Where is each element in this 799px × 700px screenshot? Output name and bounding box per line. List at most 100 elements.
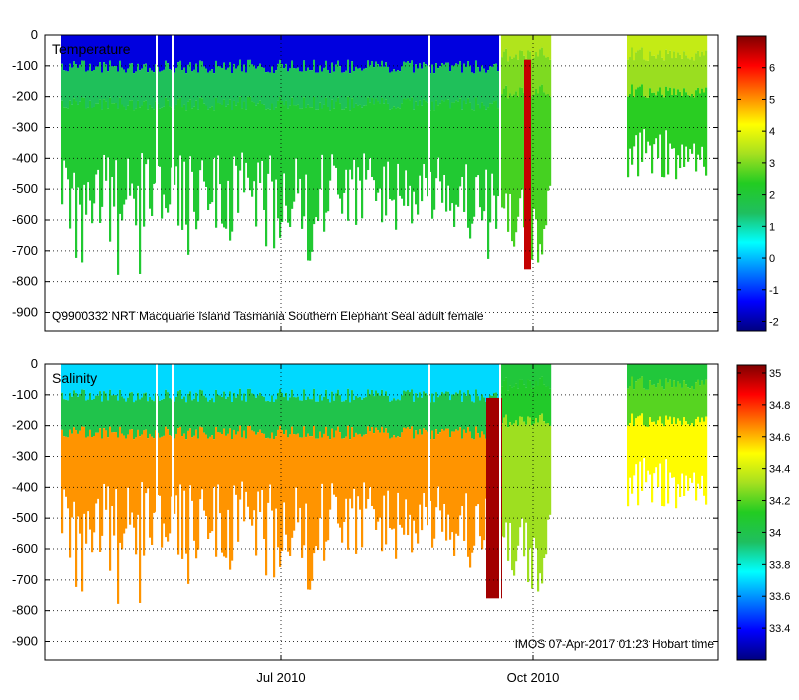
profile-deep [107, 108, 110, 158]
profile-upper [299, 71, 302, 109]
profile-deep [399, 108, 402, 196]
profile-deep [285, 100, 288, 206]
profile-deep [525, 424, 528, 523]
profile-surface [133, 364, 136, 403]
profile-surface [441, 35, 444, 64]
profile-surface [165, 364, 168, 390]
profile-upper [117, 400, 120, 438]
profile-surface [501, 35, 504, 58]
profile-deep [203, 432, 206, 511]
profile-surface [643, 364, 646, 389]
profile-surface [223, 364, 226, 392]
profile-upper [669, 379, 672, 417]
profile-deep [303, 97, 306, 217]
profile-surface [323, 364, 326, 397]
profile-upper [201, 390, 204, 428]
profile-upper [381, 389, 384, 427]
profile-upper [209, 70, 212, 108]
profile-upper [421, 397, 424, 435]
profile-upper [635, 52, 638, 90]
profile-surface [683, 364, 686, 381]
profile-upper [83, 60, 86, 98]
profile-deep [373, 104, 376, 181]
profile-upper [439, 395, 442, 433]
profile-deep [103, 428, 106, 484]
profile-surface [421, 364, 424, 398]
profile-upper [659, 50, 662, 88]
profile-surface [255, 35, 258, 69]
profile-upper [691, 385, 694, 423]
profile-deep [77, 433, 80, 517]
profile-surface [297, 364, 300, 397]
profile-surface [457, 364, 460, 394]
profile-upper [639, 378, 642, 416]
profile-upper [101, 72, 104, 110]
profile-deep [653, 421, 656, 474]
profile-deep [107, 437, 110, 487]
profile-upper [263, 67, 266, 105]
profile-surface [373, 364, 376, 397]
profile-upper [385, 391, 388, 429]
profile-surface [167, 364, 170, 393]
profile-deep [483, 434, 486, 541]
profile-upper [349, 73, 352, 111]
profile-surface [413, 35, 416, 73]
profile-surface [151, 364, 154, 400]
profile-deep [663, 426, 666, 507]
profile-surface [461, 35, 464, 73]
profile-deep [301, 108, 304, 229]
profile-surface [419, 35, 422, 64]
profile-deep [463, 100, 466, 212]
profile-deep [629, 94, 632, 149]
profile-upper [221, 397, 224, 435]
profile-deep [451, 102, 454, 204]
profile-surface [703, 364, 706, 385]
profile-upper [473, 402, 476, 440]
profile-deep [315, 109, 318, 218]
profile-upper [505, 48, 508, 86]
profile-surface [475, 35, 478, 61]
profile-deep [237, 431, 240, 542]
profile-upper [519, 50, 522, 88]
profile-upper [351, 61, 354, 99]
profile-upper [349, 402, 352, 440]
profile-deep [89, 429, 92, 530]
profile-upper [207, 72, 210, 110]
profile-surface [627, 364, 630, 389]
profile-upper [103, 391, 106, 429]
profile-surface [119, 364, 122, 390]
profile-upper [215, 60, 218, 98]
profile-surface [541, 35, 544, 48]
profile-upper [371, 61, 374, 99]
profile-surface [629, 364, 632, 387]
profile-deep [673, 417, 676, 478]
profile-upper [61, 392, 64, 430]
profile-surface [383, 364, 386, 396]
profile-deep [395, 108, 398, 230]
profile-upper [417, 68, 420, 106]
profile-upper [267, 71, 270, 109]
profile-surface [489, 35, 492, 67]
profile-deep [333, 437, 336, 495]
profile-deep [207, 109, 210, 211]
profile-surface [543, 35, 546, 56]
profile-deep [447, 428, 450, 515]
profile-deep [247, 425, 250, 507]
profile-deep [141, 105, 144, 154]
profile-upper [701, 51, 704, 89]
profile-upper [105, 393, 108, 431]
colorbar: 33.433.633.83434.234.434.634.835 [736, 364, 790, 661]
profile-upper [275, 399, 278, 437]
profile-upper [141, 68, 144, 106]
profile-upper [675, 386, 678, 424]
profile-surface [237, 35, 240, 66]
profile-surface [467, 35, 470, 62]
profile-deep [319, 431, 322, 519]
data-gap [172, 35, 174, 331]
profile-surface [237, 364, 240, 395]
panel-label: Temperature [52, 41, 131, 57]
profile-surface [193, 364, 196, 399]
y-tick-label: -900 [12, 305, 38, 320]
profile-upper [507, 61, 510, 99]
profile-upper [215, 389, 218, 427]
